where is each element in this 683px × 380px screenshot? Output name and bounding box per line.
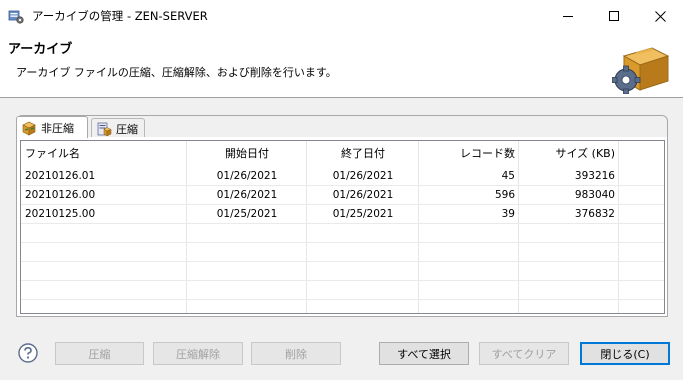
cell-end-date: 01/26/2021 [332, 189, 394, 201]
maximize-icon [609, 11, 619, 21]
cell-record-count: 45 [501, 170, 515, 182]
empty-row [21, 243, 664, 262]
cell-start-date: 01/26/2021 [216, 189, 278, 201]
column-header-file-name[interactable]: ファイル名 [21, 141, 187, 167]
column-header-record-count[interactable]: レコード数 [419, 141, 519, 167]
archive-file-table[interactable]: ファイル名 開始日付 終了日付 レコード数 サイズ (KB) 20210126.… [20, 140, 665, 314]
decompress-button[interactable]: 圧縮解除 [153, 342, 243, 365]
table-row[interactable]: 20210126.00 01/26/2021 01/26/2021 596 98… [21, 186, 664, 205]
close-icon [654, 10, 666, 22]
page-title: アーカイブ [8, 42, 73, 57]
clear-all-button[interactable]: すべてクリア [479, 342, 569, 365]
tab-compressed-label: 圧縮 [116, 122, 138, 136]
title-bar: アーカイブの管理 - ZEN-SERVER [0, 0, 683, 32]
empty-row [21, 281, 664, 300]
column-header-size[interactable]: サイズ (KB) [519, 141, 619, 167]
tab-uncompressed[interactable]: 非圧縮 [16, 116, 88, 138]
cell-file-name: 20210125.00 [25, 208, 96, 220]
cell-end-date: 01/26/2021 [332, 170, 394, 182]
cell-start-date: 01/25/2021 [216, 208, 278, 220]
minimize-button[interactable] [545, 0, 591, 32]
header-panel: アーカイブ アーカイブ ファイルの圧縮、圧縮解除、および削除を行います。 [0, 32, 683, 98]
page-description: アーカイブ ファイルの圧縮、圧縮解除、および削除を行います。 [16, 66, 337, 79]
empty-row [21, 300, 664, 313]
compressed-archive-icon [97, 122, 112, 136]
cell-end-date: 01/25/2021 [332, 208, 394, 220]
empty-row [21, 262, 664, 281]
table-row[interactable]: 20210126.01 01/26/2021 01/26/2021 45 393… [21, 167, 664, 186]
cell-start-date: 01/26/2021 [216, 170, 278, 182]
table-header: ファイル名 開始日付 終了日付 レコード数 サイズ (KB) [21, 141, 664, 167]
cell-record-count: 39 [501, 208, 515, 220]
cell-file-name: 20210126.01 [25, 170, 96, 182]
column-header-end-date[interactable]: 終了日付 [307, 141, 419, 167]
archive-box-gear-icon [612, 47, 670, 94]
table-row[interactable]: 20210125.00 01/25/2021 01/25/2021 39 376… [21, 205, 664, 224]
window-title: アーカイブの管理 - ZEN-SERVER [32, 9, 208, 23]
archive-app-icon [8, 10, 24, 24]
uncompressed-box-icon [22, 121, 36, 135]
help-icon[interactable] [18, 343, 38, 363]
compress-button[interactable]: 圧縮 [55, 342, 144, 365]
cell-size: 393216 [574, 170, 615, 182]
delete-button[interactable]: 削除 [251, 342, 341, 365]
cell-record-count: 596 [494, 189, 515, 201]
maximize-button[interactable] [591, 0, 637, 32]
close-button[interactable]: 閉じる(C) [580, 342, 670, 365]
minimize-icon [563, 15, 573, 17]
dialog-body: 非圧縮 圧縮 ファイル名 開始日付 終了日付 レコード数 サイズ (KB) 20… [0, 98, 683, 380]
close-window-button[interactable] [637, 0, 683, 32]
cell-size: 376832 [574, 208, 615, 220]
tab-compressed[interactable]: 圧縮 [91, 118, 145, 138]
column-header-start-date[interactable]: 開始日付 [187, 141, 307, 167]
cell-file-name: 20210126.00 [25, 189, 96, 201]
select-all-button[interactable]: すべて選択 [379, 342, 469, 365]
empty-row [21, 224, 664, 243]
cell-size: 983040 [574, 189, 615, 201]
tab-uncompressed-label: 非圧縮 [41, 121, 74, 135]
